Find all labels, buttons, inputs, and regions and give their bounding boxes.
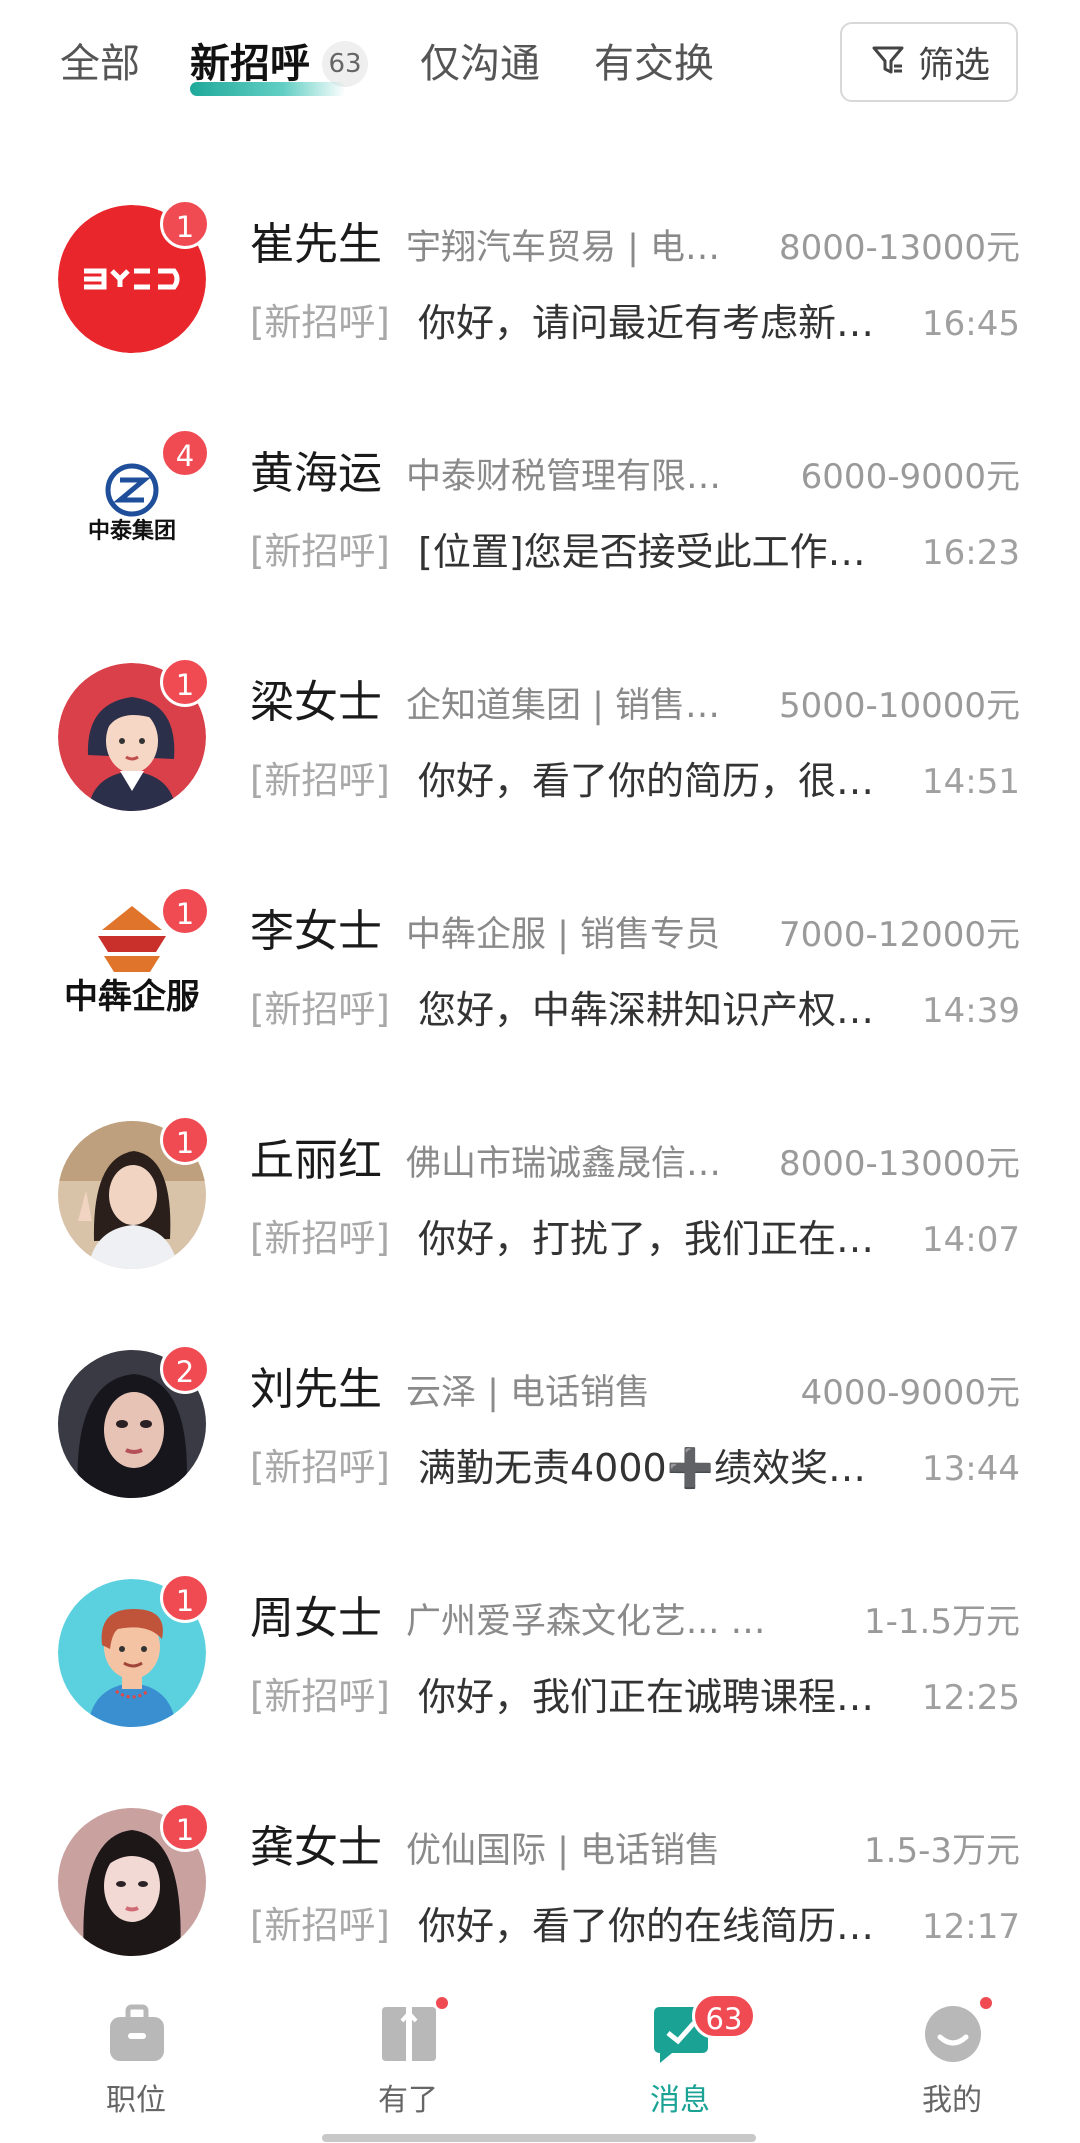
- unread-badge: 1: [160, 657, 210, 707]
- message-preview: [位置]您是否接受此工作…: [418, 530, 866, 574]
- tab-chat-only[interactable]: 仅沟通: [420, 36, 540, 92]
- message-preview: 你好，看了你的简历，很…: [418, 759, 875, 803]
- sender-name: 梁女士: [250, 677, 382, 728]
- message-preview: 你好，我们正在诚聘课程…: [418, 1675, 875, 1719]
- message-tag: [新招呼]: [250, 988, 390, 1031]
- message-tag: [新招呼]: [250, 759, 390, 802]
- tab-new-greeting-count: 63: [322, 41, 368, 87]
- message-tag: [新招呼]: [250, 1904, 390, 1947]
- salary-range: 8000-13000元: [779, 1144, 1020, 1184]
- nav-youle-label: 有了: [378, 2083, 438, 2118]
- message-time: 14:51: [922, 762, 1020, 802]
- company-position: 宇翔汽车贸易 | 电…: [406, 228, 721, 268]
- message-time: 12:25: [922, 1678, 1020, 1718]
- nav-mine-dot: [978, 1995, 994, 2011]
- company-position: 中犇企服 | 销售专员: [406, 915, 721, 955]
- message-time: 14:39: [922, 991, 1020, 1031]
- active-tab-indicator: [190, 82, 346, 96]
- company-position: 广州爱孚森文化艺... |…: [406, 1602, 771, 1642]
- bottom-navigation: 职位 有了 63 消息 我的: [0, 1985, 1080, 2143]
- sender-name: 龚女士: [250, 1822, 382, 1873]
- filter-label: 筛选: [917, 45, 990, 86]
- unread-badge: 1: [160, 886, 210, 936]
- nav-youle-dot: [434, 1995, 450, 2011]
- message-row[interactable]: 1 丘丽红 佛山市瑞诚鑫晟信… 8000-13000元 [新招呼] 你好，打扰了…: [0, 1091, 1080, 1320]
- sender-name: 刘先生: [250, 1364, 382, 1415]
- salary-range: 1.5-3万元: [864, 1831, 1020, 1871]
- message-preview: 你好，看了你的在线简历…: [418, 1904, 875, 1948]
- logo-text: 中泰集团: [88, 518, 176, 544]
- message-row[interactable]: 1 龚女士 优仙国际 | 电话销售 1.5-3万元 [新招呼] 你好，看了你的在…: [0, 1778, 1080, 2007]
- sender-name: 崔先生: [250, 219, 382, 270]
- top-tab-bar: 全部 新招呼 63 仅沟通 有交换 筛选: [0, 0, 1080, 120]
- sender-name: 黄海运: [250, 448, 382, 499]
- message-row[interactable]: 中泰集团 4 黄海运 中泰财税管理有限… 6000-9000元 [新招呼] [位…: [0, 404, 1080, 633]
- company-position: 中泰财税管理有限…: [406, 457, 722, 497]
- company-position: 优仙国际 | 电话销售: [406, 1831, 721, 1871]
- salary-range: 1-1.5万元: [864, 1602, 1020, 1642]
- nav-messages[interactable]: 63 消息: [610, 1993, 756, 2123]
- message-preview: 你好，请问最近有考虑新…: [418, 301, 875, 345]
- smile-face-icon: [925, 2006, 981, 2062]
- unread-badge: 1: [160, 1573, 210, 1623]
- unread-badge: 1: [160, 1802, 210, 1852]
- nav-youle[interactable]: 有了: [338, 1995, 478, 2123]
- message-time: 14:07: [922, 1220, 1020, 1260]
- company-position: 佛山市瑞诚鑫晟信…: [406, 1144, 722, 1184]
- salary-range: 8000-13000元: [779, 228, 1020, 268]
- message-tag: [新招呼]: [250, 1446, 390, 1489]
- nav-messages-badge: 63: [692, 1993, 756, 2039]
- company-position: 云泽 | 电话销售: [406, 1373, 651, 1413]
- unread-badge: 4: [160, 428, 210, 478]
- logo-text: 中犇企服: [64, 977, 200, 1017]
- message-time: 16:45: [922, 304, 1020, 344]
- message-row[interactable]: 1 周女士 广州爱孚森文化艺... |… 1-1.5万元 [新招呼] 你好，我们…: [0, 1549, 1080, 1778]
- message-tag: [新招呼]: [250, 301, 390, 344]
- nav-mine[interactable]: 我的: [882, 1995, 1022, 2123]
- salary-range: 7000-12000元: [779, 915, 1020, 955]
- message-time: 12:17: [922, 1907, 1020, 1947]
- message-row[interactable]: 2 刘先生 云泽 | 电话销售 4000-9000元 [新招呼] 满勤无责400…: [0, 1320, 1080, 1549]
- message-list: 1 崔先生 宇翔汽车贸易 | 电… 8000-13000元 [新招呼] 你好，请…: [0, 175, 1080, 2007]
- tab-exchanged[interactable]: 有交换: [594, 36, 714, 92]
- nav-jobs-label: 职位: [106, 2083, 166, 2118]
- filter-icon: [868, 40, 908, 84]
- salary-range: 6000-9000元: [800, 457, 1020, 497]
- filter-button[interactable]: 筛选: [840, 22, 1018, 102]
- message-tag: [新招呼]: [250, 1675, 390, 1718]
- company-position: 企知道集团 | 销售…: [406, 686, 721, 726]
- message-time: 16:23: [922, 533, 1020, 573]
- unread-badge: 2: [160, 1344, 210, 1394]
- sender-name: 李女士: [250, 906, 382, 957]
- salary-range: 4000-9000元: [800, 1373, 1020, 1413]
- message-time: 13:44: [922, 1449, 1020, 1489]
- message-preview: 您好，中犇深耕知识产权…: [418, 988, 875, 1032]
- message-preview: 你好，打扰了，我们正在…: [418, 1217, 875, 1261]
- message-row[interactable]: 1 崔先生 宇翔汽车贸易 | 电… 8000-13000元 [新招呼] 你好，请…: [0, 175, 1080, 404]
- sender-name: 丘丽红: [250, 1135, 382, 1186]
- unread-badge: 1: [160, 199, 210, 249]
- home-indicator[interactable]: [322, 2134, 756, 2142]
- nav-messages-label: 消息: [650, 2083, 710, 2118]
- message-row[interactable]: 中犇企服 1 李女士 中犇企服 | 销售专员 7000-12000元 [新招呼]…: [0, 862, 1080, 1091]
- message-tag: [新招呼]: [250, 1217, 390, 1260]
- message-row[interactable]: 1 梁女士 企知道集团 | 销售… 5000-10000元 [新招呼] 你好，看…: [0, 633, 1080, 862]
- book-icon: [382, 2007, 436, 2061]
- salary-range: 5000-10000元: [779, 686, 1020, 726]
- message-tag: [新招呼]: [250, 530, 390, 573]
- nav-mine-label: 我的: [922, 2083, 982, 2118]
- unread-badge: 1: [160, 1115, 210, 1165]
- briefcase-icon: [110, 2004, 164, 2061]
- tab-all[interactable]: 全部: [60, 36, 140, 92]
- sender-name: 周女士: [250, 1593, 382, 1644]
- nav-jobs[interactable]: 职位: [66, 2003, 206, 2123]
- message-preview: 满勤无责4000➕绩效奖…: [418, 1446, 867, 1490]
